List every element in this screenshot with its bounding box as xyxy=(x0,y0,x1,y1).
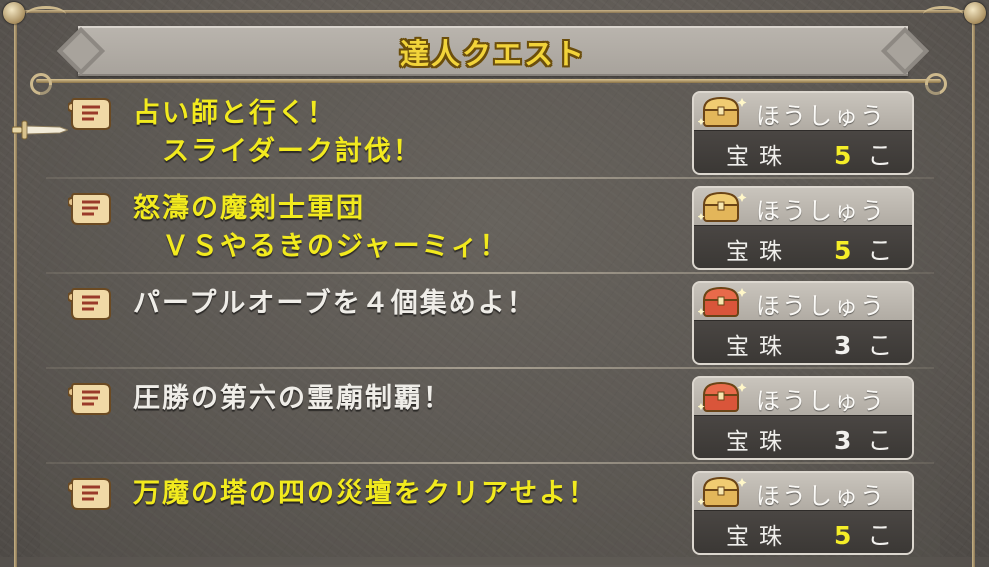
reward-detail: 宝珠 5こ xyxy=(694,510,912,553)
quest-row[interactable]: 圧勝の第六の霊廟制覇！ ほうしゅう宝珠 3こ xyxy=(40,370,940,464)
frame-left xyxy=(14,10,17,567)
quest-name: 万魔の塔の四の災壇をクリアせよ！ xyxy=(133,478,597,509)
quest-row[interactable]: パープルオーブを４個集めよ！ ほうしゅう宝珠 3こ xyxy=(40,275,940,369)
reward-label: ほうしゅう xyxy=(756,387,886,415)
quest-row[interactable]: 怒濤の魔剣士軍団 ＶＳやるきのジャーミィ！ ほうしゅう宝珠 5こ xyxy=(40,180,940,274)
reward-label: ほうしゅう xyxy=(756,197,886,225)
reward-unit: こ xyxy=(867,141,909,170)
reward-detail: 宝珠 3こ xyxy=(694,320,912,363)
reward-box: ほうしゅう宝珠 3こ xyxy=(692,281,914,365)
corner-ornament-icon xyxy=(3,2,25,24)
quest-name: パープルオーブを４個集めよ！ xyxy=(133,288,536,319)
quest-name: 圧勝の第六の霊廟制覇！ xyxy=(133,383,452,414)
quest-list: 占い師と行く！ スライダーク討伐！ ほうしゅう 宝珠 5こ 怒濤の魔剣士軍団 ＶＳや… xyxy=(40,85,940,565)
reward-count: 3こ xyxy=(834,326,908,362)
reward-header: ほうしゅう xyxy=(694,188,912,226)
quest-row[interactable]: 万魔の塔の四の災壇をクリアせよ！ ほうしゅう宝珠 5こ xyxy=(40,465,940,559)
reward-count-number: 3 xyxy=(834,331,868,360)
reward-detail: 宝珠 5こ xyxy=(694,225,912,268)
reward-label: ほうしゅう xyxy=(756,482,886,510)
reward-unit: こ xyxy=(867,236,909,265)
reward-count-number: 3 xyxy=(834,426,868,455)
reward-unit: こ xyxy=(867,426,909,455)
treasure-chest-icon xyxy=(697,474,748,510)
row-divider xyxy=(46,367,934,369)
treasure-chest-red-icon xyxy=(697,284,748,320)
reward-unit: こ xyxy=(867,331,909,360)
reward-header: ほうしゅう xyxy=(694,93,912,131)
frame-right xyxy=(972,10,975,567)
reward-box: ほうしゅう宝珠 3こ xyxy=(692,376,914,460)
reward-label: ほうしゅう xyxy=(756,292,886,320)
reward-header: ほうしゅう xyxy=(694,283,912,321)
treasure-chest-icon xyxy=(697,189,748,225)
reward-item: 宝珠 xyxy=(726,239,792,265)
reward-count-number: 5 xyxy=(834,141,868,170)
reward-label: ほうしゅう xyxy=(756,102,886,130)
reward-item: 宝珠 xyxy=(726,429,792,455)
frame-top xyxy=(14,10,975,13)
reward-detail: 宝珠 3こ xyxy=(694,415,912,458)
reward-detail: 宝珠 5こ xyxy=(694,130,912,173)
scroll-icon xyxy=(66,285,112,321)
quest-name: 怒濤の魔剣士軍団 ＶＳやるきのジャーミィ！ xyxy=(133,193,509,262)
reward-count: 5こ xyxy=(834,231,908,267)
treasure-chest-icon xyxy=(697,94,748,130)
reward-count: 5こ xyxy=(834,136,908,172)
scroll-icon xyxy=(66,475,112,511)
reward-item: 宝珠 xyxy=(726,524,792,550)
reward-item: 宝珠 xyxy=(726,144,792,170)
frame-flourish xyxy=(26,6,66,23)
scroll-icon xyxy=(66,190,112,226)
row-divider xyxy=(46,272,934,274)
reward-count: 5こ xyxy=(834,516,908,552)
reward-count-number: 5 xyxy=(834,236,868,265)
scroll-icon xyxy=(66,95,112,131)
frame-flourish xyxy=(923,6,963,23)
sword-cursor-icon xyxy=(12,120,68,140)
reward-item: 宝珠 xyxy=(726,334,792,360)
quest-name: 占い師と行く！ スライダーク討伐！ xyxy=(133,98,422,167)
row-divider xyxy=(46,462,934,464)
page-title: 達人クエスト xyxy=(399,37,586,71)
reward-count-number: 5 xyxy=(834,521,868,550)
reward-unit: こ xyxy=(867,521,909,550)
reward-header: ほうしゅう xyxy=(694,473,912,511)
quest-row[interactable]: 占い師と行く！ スライダーク討伐！ ほうしゅう宝珠 5こ xyxy=(40,85,940,179)
title-bar: 達人クエスト xyxy=(56,26,930,76)
corner-ornament-icon xyxy=(964,2,986,24)
scroll-icon xyxy=(66,380,112,416)
treasure-chest-red-icon xyxy=(697,379,748,415)
title-divider xyxy=(36,79,941,83)
reward-box: ほうしゅう宝珠 5こ xyxy=(692,186,914,270)
reward-box: ほうしゅう宝珠 5こ xyxy=(692,471,914,555)
reward-header: ほうしゅう xyxy=(694,378,912,416)
reward-count: 3こ xyxy=(834,421,908,457)
row-divider xyxy=(46,177,934,179)
reward-box: ほうしゅう宝珠 5こ xyxy=(692,91,914,175)
